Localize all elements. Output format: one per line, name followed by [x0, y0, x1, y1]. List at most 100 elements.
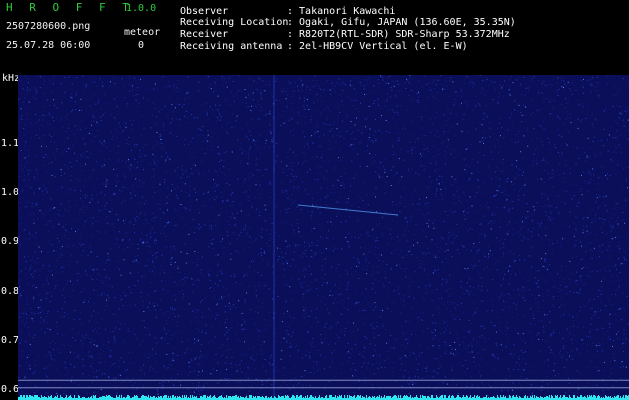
- noise-dot: [315, 178, 317, 180]
- noise-dot: [506, 232, 508, 234]
- noise-dot: [346, 377, 348, 379]
- noise-dot: [35, 113, 37, 115]
- noise-dot: [535, 302, 537, 304]
- noise-dot: [405, 268, 407, 269]
- noise-dot: [575, 228, 577, 229]
- noise-dot: [472, 109, 474, 111]
- noise-dot: [527, 280, 529, 282]
- noise-dot: [590, 323, 592, 325]
- noise-dot: [591, 308, 593, 309]
- noise-dot: [113, 342, 115, 344]
- noise-dot: [375, 130, 377, 132]
- noise-dot: [290, 347, 292, 348]
- noise-dot: [288, 80, 290, 82]
- noise-dot: [300, 255, 302, 257]
- noise-dot: [28, 327, 30, 328]
- noise-dot: [177, 314, 179, 316]
- noise-dot: [293, 162, 295, 164]
- noise-dot: [141, 275, 143, 277]
- noise-dot: [547, 195, 549, 197]
- noise-dot: [518, 175, 520, 177]
- noise-dot: [532, 371, 534, 373]
- noise-dot: [228, 378, 230, 379]
- noise-dot: [118, 366, 120, 368]
- noise-dot: [244, 227, 246, 229]
- noise-dot: [479, 75, 481, 77]
- noise-dot: [235, 282, 237, 284]
- noise-dot: [502, 207, 504, 209]
- noise-dot: [435, 163, 437, 165]
- noise-dot: [347, 282, 349, 283]
- noise-dot: [467, 382, 469, 384]
- noise-dot: [428, 82, 430, 84]
- noise-dot: [296, 206, 298, 208]
- noise-dot: [611, 294, 613, 296]
- noise-dot: [123, 292, 125, 294]
- noise-dot: [404, 338, 406, 340]
- noise-dot: [201, 256, 203, 258]
- noise-dot: [327, 195, 329, 196]
- noise-dot: [445, 342, 447, 344]
- noise-dot: [557, 77, 559, 79]
- noise-dot: [192, 383, 194, 385]
- noise-dot: [565, 159, 567, 161]
- noise-dot: [331, 326, 333, 328]
- noise-dot: [332, 362, 334, 364]
- capture-datetime: 25.07.28 06:00: [6, 40, 91, 51]
- noise-dot: [295, 173, 297, 175]
- noise-dot: [84, 337, 86, 339]
- noise-dot: [150, 163, 152, 165]
- noise-dot: [228, 121, 230, 123]
- noise-dot: [264, 359, 266, 360]
- noise-dot: [226, 130, 228, 132]
- noise-dot: [97, 312, 99, 314]
- noise-dot: [341, 363, 343, 365]
- noise-dot: [367, 303, 369, 305]
- noise-dot: [300, 282, 302, 284]
- noise-dot: [512, 184, 514, 186]
- noise-dot: [262, 259, 264, 261]
- noise-dot: [244, 178, 246, 180]
- noise-dot: [220, 79, 222, 81]
- noise-dot: [117, 160, 119, 162]
- noise-dot: [454, 99, 456, 100]
- noise-dot: [620, 152, 622, 153]
- noise-dot: [344, 334, 346, 336]
- noise-dot: [164, 179, 166, 181]
- noise-dot: [90, 152, 92, 154]
- noise-dot: [531, 235, 533, 237]
- noise-dot: [485, 146, 486, 148]
- noise-dot: [155, 238, 157, 240]
- noise-dot: [577, 349, 579, 351]
- noise-dot: [366, 259, 368, 261]
- noise-dot: [544, 261, 546, 262]
- noise-dot: [550, 83, 552, 85]
- noise-dot: [86, 219, 88, 221]
- noise-dot: [172, 309, 174, 311]
- noise-dot: [135, 99, 137, 101]
- noise-dot: [557, 95, 559, 96]
- noise-dot: [250, 135, 252, 136]
- noise-dot: [367, 204, 369, 206]
- noise-dot: [555, 375, 556, 377]
- noise-dot: [541, 227, 542, 229]
- noise-dot: [62, 271, 64, 273]
- noise-dot: [404, 270, 406, 272]
- noise-dot: [212, 145, 214, 147]
- noise-dot: [533, 160, 535, 161]
- noise-dot: [572, 358, 574, 360]
- noise-dot: [348, 352, 350, 354]
- noise-dot: [245, 225, 247, 227]
- noise-dot: [385, 120, 387, 121]
- noise-dot: [152, 303, 154, 304]
- noise-dot: [372, 384, 373, 386]
- noise-dot: [174, 208, 176, 210]
- noise-dot: [603, 167, 605, 169]
- noise-dot: [399, 210, 401, 212]
- noise-dot: [546, 290, 548, 292]
- noise-dot: [236, 238, 238, 240]
- noise-dot: [578, 352, 580, 354]
- noise-dot: [56, 321, 58, 323]
- noise-dot: [236, 370, 238, 372]
- noise-dot: [82, 373, 84, 375]
